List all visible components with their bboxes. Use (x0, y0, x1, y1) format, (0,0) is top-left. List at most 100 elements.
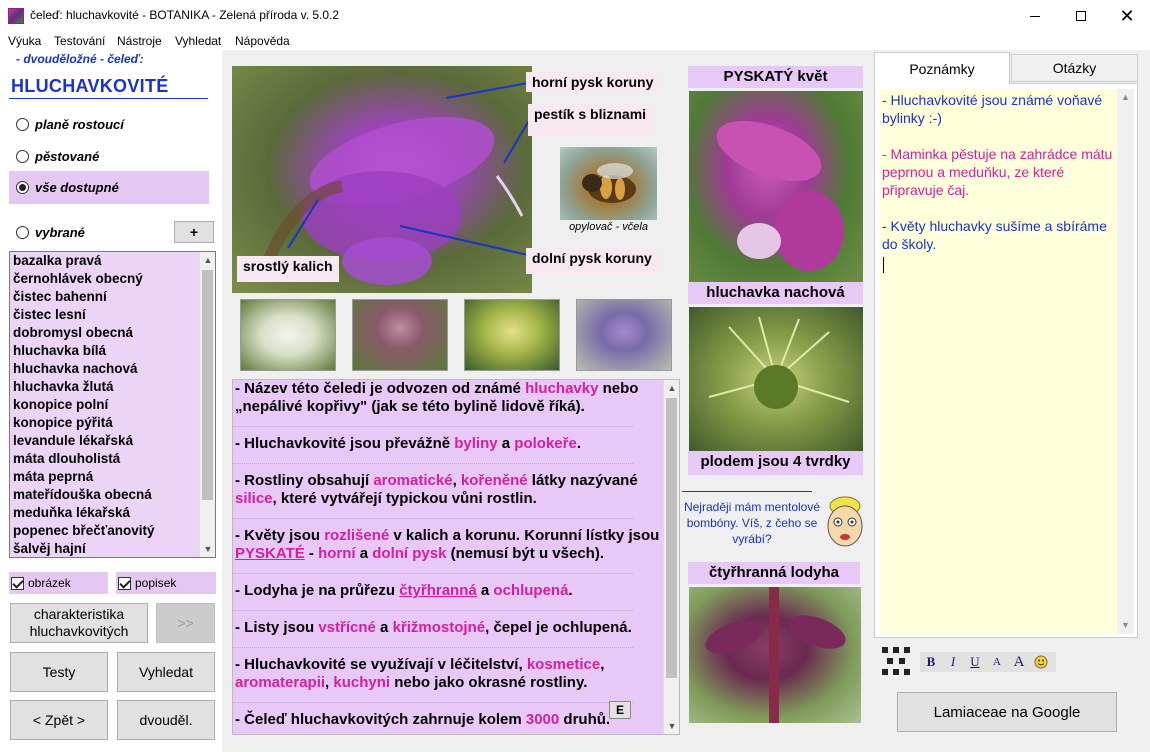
keyword[interactable]: kuchyni (333, 674, 390, 691)
keyword[interactable]: kosmetice (527, 656, 600, 673)
next-button[interactable]: >> (156, 603, 215, 643)
thumbnail-3[interactable] (464, 299, 560, 371)
scroll-up-icon[interactable]: ▲ (200, 252, 215, 268)
font-smaller-button[interactable]: A (986, 653, 1008, 671)
dicot-button[interactable]: dvouděl. (117, 700, 215, 740)
radio-circle-selected[interactable] (16, 181, 29, 194)
tests-button[interactable]: Testy (10, 652, 108, 692)
scroll-up-icon[interactable]: ▲ (1117, 89, 1134, 106)
keyword[interactable]: silice (235, 490, 273, 507)
keyword[interactable]: 3000 (526, 711, 559, 728)
radio-circle[interactable] (16, 149, 29, 163)
list-scrollbar[interactable]: ▲ ▼ (199, 252, 215, 557)
menu-testovani[interactable]: Testování (54, 34, 105, 48)
list-item[interactable]: dobromysl obecná (10, 324, 215, 342)
list-item[interactable]: hluchavka nachová (10, 360, 215, 378)
list-item[interactable]: levandule lékařská (10, 432, 215, 450)
species-list[interactable]: bazalka pravá černohlávek obecný čistec ba… (9, 251, 216, 558)
menu-vyuka[interactable]: Výuka (8, 34, 41, 48)
radio-all[interactable]: vše dostupné (9, 171, 209, 204)
keyword[interactable]: vstřícné (318, 619, 376, 636)
keyword[interactable]: horní (318, 545, 356, 562)
list-item[interactable]: mateřídouška obecná (10, 486, 215, 504)
radio-circle[interactable] (16, 117, 29, 131)
text-segment: , které vytvářejí typickou vůni rostlin. (272, 490, 537, 507)
thumbnail-1[interactable] (240, 299, 336, 371)
list-item[interactable]: šalvěj hajní (10, 540, 215, 557)
smiley-icon[interactable] (1030, 653, 1052, 671)
list-item[interactable]: meduňka lékařská (10, 504, 215, 522)
scroll-thumb[interactable] (202, 270, 213, 500)
scroll-down-icon[interactable]: ▼ (200, 541, 215, 557)
list-item[interactable]: popenec břečťanovitý (10, 522, 215, 540)
maximize-button[interactable] (1058, 0, 1104, 32)
scroll-thumb[interactable] (666, 398, 677, 678)
list-item[interactable]: konopice pýřitá (10, 414, 215, 432)
radio-cultivated[interactable]: pěstované (9, 141, 209, 171)
menu-vyhledat[interactable]: Vyhledat (175, 34, 221, 48)
keyword[interactable]: dolní pysk (372, 545, 446, 562)
keyword[interactable]: byliny (454, 435, 497, 452)
keyword[interactable]: čtyřhranná (399, 582, 477, 599)
thumbnail-2[interactable] (352, 299, 448, 371)
paragraph-separator (233, 426, 633, 427)
notes-scrollbar[interactable]: ▲ ▼ (1117, 89, 1134, 634)
google-search-button[interactable]: Lamiaceae na Google (897, 692, 1117, 732)
search-button[interactable]: Vyhledat (117, 652, 215, 692)
italic-button[interactable]: I (942, 653, 964, 671)
stem-photo[interactable] (689, 587, 861, 723)
checkbox-image[interactable]: obrázek (9, 572, 108, 594)
scroll-up-icon[interactable]: ▲ (664, 380, 679, 396)
paragraph-separator (233, 647, 633, 648)
thumbnail-4[interactable] (576, 299, 672, 371)
checkbox-box[interactable] (118, 576, 131, 590)
characteristics-button[interactable]: charakteristika hluchavkovitých (10, 603, 148, 643)
list-item[interactable]: hluchavka žlutá (10, 378, 215, 396)
keyword[interactable]: ochlupená (493, 582, 568, 599)
checkbox-description[interactable]: popisek (116, 572, 216, 594)
list-item[interactable]: máta peprná (10, 468, 215, 486)
checkbox-box[interactable] (11, 576, 24, 590)
list-item[interactable]: černohlávek obecný (10, 270, 215, 288)
scroll-down-icon[interactable]: ▼ (664, 718, 679, 734)
text-scrollbar[interactable]: ▲ ▼ (663, 380, 679, 734)
description-panel[interactable]: - Název této čeledi je odvozen od známé … (232, 379, 680, 735)
bee-photo[interactable] (560, 147, 657, 220)
list-item[interactable]: čistec lesní (10, 306, 215, 324)
menu-napoveda[interactable]: Nápověda (235, 34, 290, 48)
radio-circle[interactable] (16, 225, 29, 239)
list-item[interactable]: čistec bahenní (10, 288, 215, 306)
radio-wild[interactable]: planě rostoucí (9, 109, 209, 139)
list-item[interactable]: konopice polní (10, 396, 215, 414)
stem-title: čtyřhranná lodyha (688, 562, 860, 584)
flower-photo[interactable] (689, 91, 863, 284)
e-button[interactable]: E (609, 701, 631, 719)
keyword[interactable]: aromatické (373, 472, 452, 489)
table-grid-icon[interactable] (880, 645, 912, 677)
tab-questions[interactable]: Otázky (1011, 54, 1138, 82)
list-item[interactable]: hluchavka bílá (10, 342, 215, 360)
minimize-button[interactable] (1012, 0, 1058, 32)
keyword[interactable]: aromaterapii (235, 674, 325, 691)
bold-button[interactable]: B (920, 653, 942, 671)
tab-notes[interactable]: Poznámky (874, 52, 1010, 84)
keyword[interactable]: PYSKATÉ (235, 545, 305, 562)
keyword[interactable]: rozlišené (324, 527, 389, 544)
keyword[interactable]: hluchavky (525, 380, 598, 397)
keyword[interactable]: křižmostojné (393, 619, 486, 636)
notes-editor[interactable]: - Hluchavkovité jsou známé voňavé bylink… (880, 89, 1117, 634)
keyword[interactable]: kořeněné (461, 472, 528, 489)
list-item[interactable]: bazalka pravá (10, 252, 215, 270)
list-item[interactable]: máta dlouholistá (10, 450, 215, 468)
underline-button[interactable]: U (964, 653, 986, 671)
fruit-photo[interactable] (689, 307, 863, 452)
menu-nastroje[interactable]: Nástroje (117, 34, 162, 48)
add-button[interactable]: + (174, 221, 214, 243)
title-underline (9, 98, 208, 99)
text-segment: a (476, 582, 494, 599)
font-bigger-button[interactable]: A (1008, 653, 1030, 671)
back-button[interactable]: < Zpět > (10, 700, 108, 740)
keyword[interactable]: polokeře (514, 435, 577, 452)
scroll-down-icon[interactable]: ▼ (1117, 617, 1134, 634)
close-button[interactable]: ✕ (1104, 0, 1150, 32)
